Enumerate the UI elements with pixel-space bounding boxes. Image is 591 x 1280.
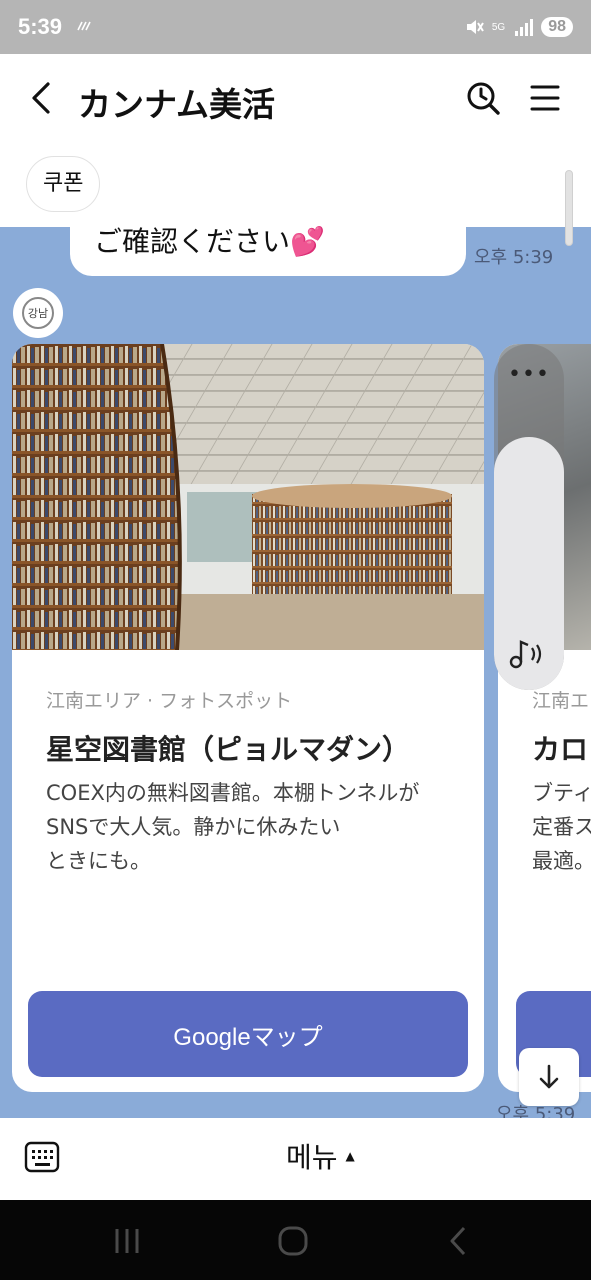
message-time: 오후 5:39 xyxy=(474,247,554,268)
carousel-card: 江南エリア · フォトスポット 星空図書館（ピョルマダン） COEX内の無料図書… xyxy=(12,344,484,1092)
card-description: ブティ 定番ス 最適。 xyxy=(532,776,591,878)
card-description: COEX内の無料図書館。本棚トンネルが SNSで大人気。静かに休みたい ときにも… xyxy=(46,776,456,878)
avatar-logo: 강남 xyxy=(22,297,54,329)
status-icons: 5G 98 xyxy=(464,14,573,40)
chevron-left-icon[interactable] xyxy=(26,78,60,118)
chat-header: カンナム美活 xyxy=(0,54,591,144)
card-description-line: SNSで大人気。静かに休みたい xyxy=(46,815,341,839)
quick-chip-row: 쿠폰 xyxy=(0,144,591,227)
arrow-down-icon xyxy=(539,1064,559,1089)
bottom-bar: 메뉴 ▲ xyxy=(0,1118,591,1200)
card-description-line: 定番ス xyxy=(532,815,591,839)
card-description-line: COEX内の無料図書館。本棚トンネルが xyxy=(46,781,420,805)
hamburger-menu-icon[interactable] xyxy=(528,80,562,116)
music-volume-icon xyxy=(509,640,542,669)
status-bar: 5:39 5G 98 xyxy=(0,0,591,54)
system-nav-bar xyxy=(0,1200,591,1280)
volume-slider[interactable]: ••• xyxy=(494,344,564,690)
avatar[interactable]: 강남 xyxy=(13,288,63,338)
google-map-button[interactable]: Googleマップ xyxy=(28,991,468,1077)
message-bubble: ご確認ください💕 xyxy=(70,226,466,276)
scrollbar-thumb[interactable] xyxy=(565,170,573,246)
card-category: 江南エ xyxy=(532,690,590,712)
network-type: 5G xyxy=(491,21,506,33)
card-description-line: ブティ xyxy=(532,781,591,805)
signal-icon xyxy=(515,19,534,36)
recent-apps-icon[interactable] xyxy=(110,1224,144,1258)
menu-label: 메뉴 xyxy=(286,1141,338,1174)
chat-title: カンナム美活 xyxy=(78,85,276,124)
status-time: 5:39 xyxy=(18,14,63,39)
menu-toggle[interactable]: 메뉴 ▲ xyxy=(286,1136,355,1176)
message-text: ご確認ください💕 xyxy=(94,225,325,258)
clock-search-icon[interactable] xyxy=(464,78,502,118)
more-options-icon[interactable]: ••• xyxy=(494,362,564,387)
battery-badge: 98 xyxy=(541,17,573,37)
card-category: 江南エリア · フォトスポット xyxy=(46,690,293,712)
library-photo xyxy=(12,344,484,650)
back-nav-icon[interactable] xyxy=(442,1224,476,1258)
card-description-line: ときにも。 xyxy=(46,849,151,873)
home-icon[interactable] xyxy=(276,1224,310,1258)
mute-icon xyxy=(466,20,484,34)
card-description-line: 最適。 xyxy=(532,849,591,873)
scroll-to-bottom-button[interactable] xyxy=(519,1048,579,1106)
card-title: カロ xyxy=(532,733,589,766)
keyboard-icon[interactable] xyxy=(24,1140,60,1174)
caret-up-icon: ▲ xyxy=(345,1149,355,1163)
notification-icon xyxy=(77,21,91,31)
card-title: 星空図書館（ピョルマダン） xyxy=(46,733,411,766)
coupon-chip[interactable]: 쿠폰 xyxy=(26,156,101,212)
